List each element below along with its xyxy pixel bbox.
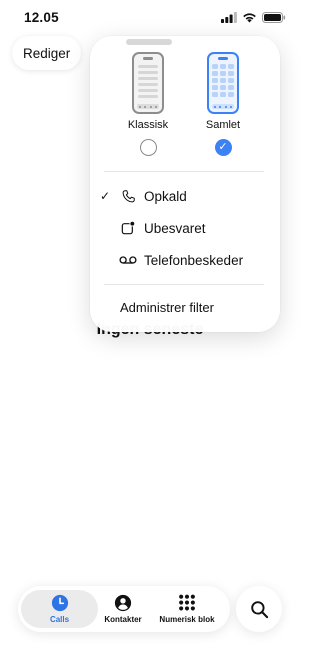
unified-layout-preview-icon — [207, 52, 239, 114]
divider — [104, 171, 264, 172]
filter-popover: Klassisk Samlet ✓ ✓ Opkald Ubesvaret Tel… — [90, 36, 280, 332]
checkmark-icon: ✓ — [100, 189, 111, 203]
tab-label: Numerisk blok — [159, 615, 215, 624]
layout-radio-classic[interactable] — [139, 139, 157, 156]
layout-label-unified: Samlet — [205, 119, 241, 131]
missed-badge-icon — [118, 218, 138, 238]
manage-filters-button[interactable]: Administrer filter — [120, 300, 214, 315]
filter-item-label: Telefonbeskeder — [144, 252, 244, 268]
person-icon — [114, 594, 132, 612]
tab-bar: Calls Kontakter Numerisk blok — [18, 586, 230, 632]
status-time: 12.05 — [24, 10, 59, 25]
layout-label-classic: Klassisk — [127, 119, 169, 131]
filter-item-voicemail[interactable]: Telefonbeskeder — [90, 246, 280, 274]
battery-icon — [262, 12, 286, 23]
layout-option-classic[interactable]: Klassisk — [118, 52, 178, 156]
wifi-icon — [243, 13, 256, 23]
checkmark-icon: ✓ — [218, 141, 228, 153]
voicemail-icon — [118, 250, 138, 270]
filter-item-label: Opkald — [144, 188, 187, 204]
tab-keypad[interactable]: Numerisk blok — [152, 590, 222, 628]
tab-contacts[interactable]: Kontakter — [98, 590, 148, 628]
status-bar: 12.05 — [0, 0, 300, 36]
phone-icon — [118, 186, 138, 206]
tab-label: Kontakter — [104, 615, 142, 624]
edit-button[interactable]: Rediger — [12, 36, 82, 70]
keypad-icon — [178, 594, 196, 612]
cellular-signal-icon — [221, 12, 237, 23]
filter-item-calls[interactable]: ✓ Opkald — [90, 182, 280, 210]
clock-icon — [51, 594, 69, 612]
tab-calls[interactable]: Calls — [21, 590, 98, 628]
filter-item-label: Ubesvaret — [144, 220, 206, 236]
status-icons — [221, 12, 286, 23]
classic-layout-preview-icon — [132, 52, 164, 114]
search-button[interactable] — [236, 586, 282, 632]
layout-radio-unified[interactable]: ✓ — [214, 139, 232, 156]
tab-label: Calls — [49, 615, 70, 624]
filter-item-missed[interactable]: Ubesvaret — [90, 214, 280, 242]
search-icon — [250, 600, 268, 618]
layout-option-unified[interactable]: Samlet ✓ — [193, 52, 253, 156]
divider — [104, 284, 264, 285]
popover-grabber — [126, 39, 172, 45]
